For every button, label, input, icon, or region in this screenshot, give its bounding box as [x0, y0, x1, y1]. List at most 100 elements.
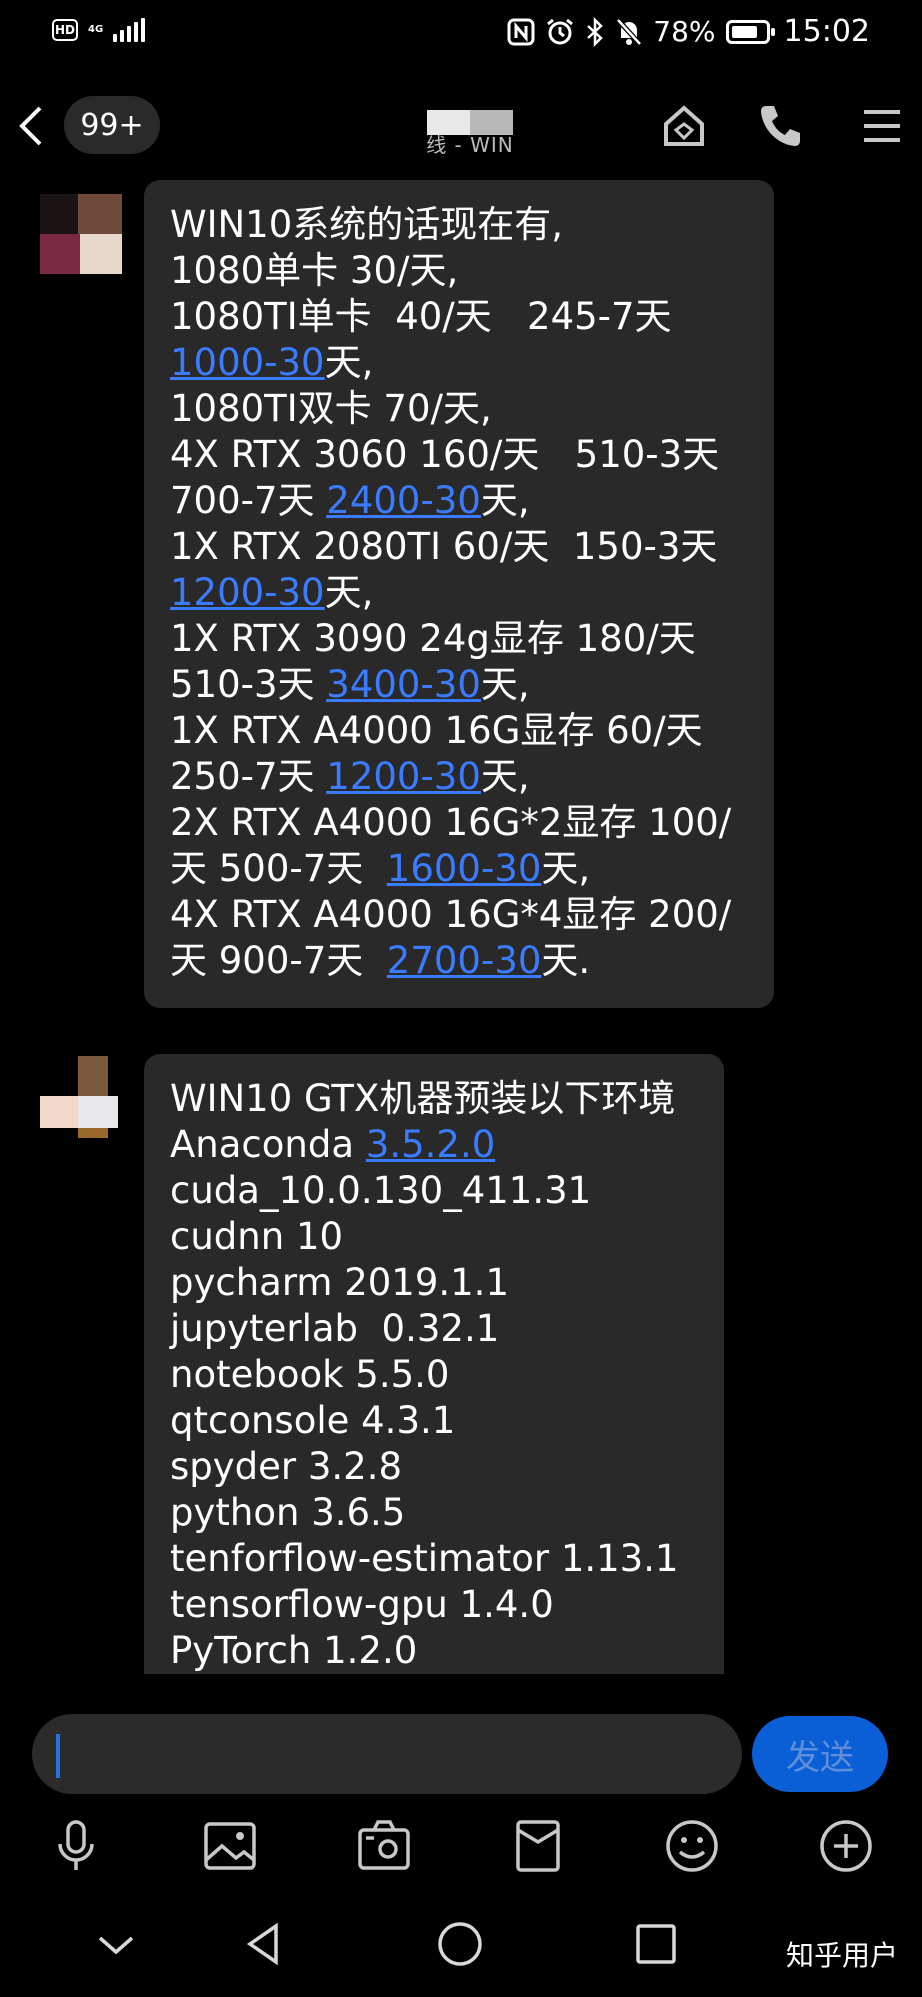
home-icon[interactable]: [658, 100, 710, 152]
chat-screen: HD 4G 78% 15:02 99+ 线 - WIN WIN10系统的话现在有…: [0, 0, 922, 1997]
message-line: WIN10系统的话现在有,: [170, 202, 748, 248]
mute-bell-icon: [616, 17, 643, 46]
message-line: 1200-30天,: [170, 570, 748, 616]
message-link[interactable]: 3400-30: [326, 663, 481, 706]
image-icon[interactable]: [200, 1816, 260, 1876]
chevron-down-icon[interactable]: [90, 1918, 142, 1970]
message-text: 1080TI双卡 70/天,: [170, 387, 492, 430]
message-text: tensorflow-gpu 1.4.0: [170, 1583, 554, 1626]
message-bubble[interactable]: WIN10系统的话现在有, 1080单卡 30/天, 1080TI单卡 40/天 2…: [144, 180, 774, 1008]
signal-icon: [113, 18, 146, 42]
sender-avatar[interactable]: [36, 194, 126, 276]
message-line: 天 500-7天 1600-30天,: [170, 846, 748, 892]
message-line: cuda_10.0.130_411.31: [170, 1168, 698, 1214]
message-link[interactable]: 1000-30: [170, 341, 325, 384]
message-line: 1080单卡 30/天,: [170, 248, 748, 294]
message-text: WIN10 GTX机器预装以下环境: [170, 1077, 676, 1120]
message-text: 天,: [480, 755, 530, 798]
folder-icon[interactable]: [508, 1816, 568, 1876]
hd-badge: HD: [52, 19, 78, 41]
text-cursor: [56, 1734, 60, 1778]
message-line: 2X RTX A4000 16G*2显存 100/: [170, 800, 748, 846]
send-button[interactable]: 发送: [752, 1716, 888, 1792]
battery-fill: [731, 25, 757, 38]
clock: 15:02: [783, 14, 870, 49]
message-line: 250-7天 1200-30天,: [170, 754, 748, 800]
battery-percent: 78%: [653, 15, 716, 48]
network-type: 4G: [88, 24, 104, 35]
system-nav-bar: 知乎用户: [0, 1898, 922, 1997]
camera-icon[interactable]: [354, 1816, 414, 1876]
message-text: Anaconda: [170, 1123, 366, 1166]
message-line: WIN10 GTX机器预装以下环境: [170, 1076, 698, 1122]
message-text: 4X RTX A4000 16G*4显存 200/: [170, 893, 732, 936]
message-line: tensorflow-gpu 1.4.0: [170, 1582, 698, 1628]
message-line: qtconsole 4.3.1: [170, 1398, 698, 1444]
message-line: 4X RTX A4000 16G*4显存 200/: [170, 892, 748, 938]
battery-icon: [725, 19, 775, 44]
plus-icon[interactable]: [816, 1816, 876, 1876]
message-text: jupyterlab 0.32.1: [170, 1307, 500, 1350]
message-line: 4X RTX 3060 160/天 510-3天: [170, 432, 748, 478]
message-text: 250-7天: [170, 755, 327, 798]
message-line: 1080TI单卡 40/天 245-7天: [170, 294, 748, 340]
message-link[interactable]: 3.5.2.0: [366, 1123, 495, 1166]
message-input[interactable]: [32, 1714, 742, 1794]
message-line: 700-7天 2400-30天,: [170, 478, 748, 524]
message-bubble[interactable]: WIN10 GTX机器预装以下环境 Anaconda 3.5.2.0 cuda_10…: [144, 1054, 724, 1674]
message-line: 天 900-7天 2700-30天.: [170, 938, 748, 984]
menu-icon[interactable]: [852, 100, 912, 152]
message-line: jupyterlab 0.32.1: [170, 1306, 698, 1352]
message-line: notebook 5.5.0: [170, 1352, 698, 1398]
emoji-icon[interactable]: [662, 1816, 722, 1876]
message-text: 天 500-7天: [170, 847, 387, 890]
watermark: 知乎用户: [785, 1939, 898, 1972]
message-text: 700-7天: [170, 479, 327, 522]
message-text: 天,: [324, 571, 374, 614]
home-circle-icon[interactable]: [434, 1918, 486, 1970]
chat-header: 99+ 线 - WIN: [0, 64, 922, 184]
status-right: 78% 15:02: [507, 14, 870, 49]
message-text: qtconsole 4.3.1: [170, 1399, 456, 1442]
message-text: 天,: [480, 479, 530, 522]
sender-avatar[interactable]: [36, 1056, 126, 1138]
message-text: 1080单卡 30/天,: [170, 249, 459, 292]
message-line: 1X RTX 3090 24g显存 180/天: [170, 616, 748, 662]
message-link[interactable]: 2400-30: [326, 479, 481, 522]
message-text: 天 900-7天: [170, 939, 387, 982]
message-text: 天,: [324, 341, 374, 384]
message-link[interactable]: 1200-30: [170, 571, 325, 614]
message-link[interactable]: 1600-30: [387, 847, 542, 890]
message-text: 4X RTX 3060 160/天 510-3天: [170, 433, 720, 476]
contact-status: 线 - WIN: [426, 133, 514, 157]
message-line: tenforflow-estimator 1.13.1: [170, 1536, 698, 1582]
alarm-icon: [547, 18, 574, 44]
message-text: spyder 3.2.8: [170, 1445, 403, 1488]
chat-title[interactable]: 线 - WIN: [340, 110, 600, 158]
message-text: 2X RTX A4000 16G*2显存 100/: [170, 801, 732, 844]
recents-square-icon[interactable]: [630, 1918, 682, 1970]
message-line: 1080TI双卡 70/天,: [170, 386, 748, 432]
unread-count-badge[interactable]: 99+: [64, 96, 160, 154]
back-triangle-icon[interactable]: [238, 1918, 290, 1970]
message-line: python 3.6.5: [170, 1490, 698, 1536]
message-text: 1X RTX A4000 16G显存 60/天: [170, 709, 703, 752]
message-link[interactable]: 1200-30: [326, 755, 481, 798]
microphone-icon[interactable]: [46, 1816, 106, 1876]
status-bar: HD 4G 78% 15:02: [0, 0, 922, 64]
message-text: notebook 5.5.0: [170, 1353, 450, 1396]
message-line: cudnn 10: [170, 1214, 698, 1260]
phone-icon[interactable]: [754, 100, 806, 152]
message-line: spyder 3.2.8: [170, 1444, 698, 1490]
message-text: 1X RTX 2080TI 60/天 150-3天: [170, 525, 718, 568]
message-line: Anaconda 3.5.2.0: [170, 1122, 698, 1168]
message-text: 天,: [541, 847, 591, 890]
nfc-icon: [507, 18, 535, 45]
message-text: pycharm 2019.1.1: [170, 1261, 509, 1304]
message-text: cudnn 10: [170, 1215, 344, 1258]
message-text: python 3.6.5: [170, 1491, 406, 1534]
back-arrow-icon[interactable]: [10, 96, 50, 156]
message-link[interactable]: 2700-30: [387, 939, 542, 982]
message-line: pycharm 2019.1.1: [170, 1260, 698, 1306]
message-line: 1X RTX A4000 16G显存 60/天: [170, 708, 748, 754]
